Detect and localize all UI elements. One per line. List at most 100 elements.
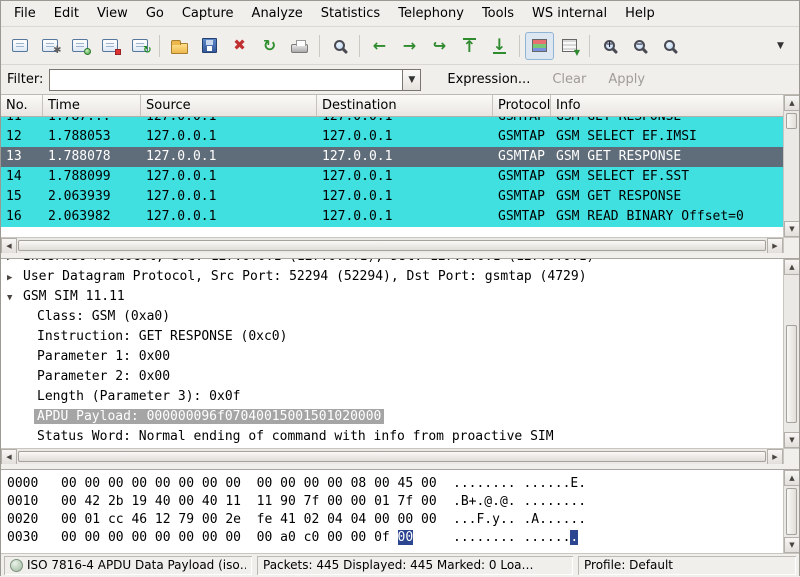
menu-telephony[interactable]: Telephony (389, 2, 473, 25)
list-interfaces-button[interactable] (5, 32, 34, 60)
scroll-thumb[interactable] (786, 325, 797, 422)
hex-row[interactable]: 0030 00 00 00 00 00 00 00 00 00 a0 c0 00… (7, 529, 783, 547)
scroll-track[interactable] (784, 111, 799, 221)
status-profile[interactable]: Profile: Default (578, 556, 796, 575)
forward-arrow-icon: → (403, 38, 416, 54)
expander-icon[interactable]: ▶ (7, 259, 23, 267)
packet-row-selected[interactable]: 13 1.788078 127.0.0.1 127.0.0.1 GSMTAP G… (1, 147, 783, 167)
hex-bytes[interactable]: 00 00 00 00 00 00 00 00 00 a0 c0 00 00 0… (61, 529, 453, 547)
clear-button[interactable]: Clear (544, 69, 594, 90)
open-file-button[interactable] (165, 32, 194, 60)
expression-button[interactable]: Expression... (439, 69, 538, 90)
scroll-up-button[interactable]: ▲ (784, 259, 799, 275)
menu-view[interactable]: View (88, 2, 137, 25)
scroll-up-button[interactable]: ▲ (784, 95, 799, 111)
hex-bytes[interactable]: 00 00 00 00 00 00 00 00 00 00 00 00 08 0… (61, 475, 453, 493)
hex-row[interactable]: 0010 00 42 2b 19 40 00 40 11 11 90 7f 00… (7, 493, 783, 511)
start-capture-button[interactable] (65, 32, 94, 60)
expander-icon[interactable]: ▼ (7, 288, 23, 308)
column-header-source[interactable]: Source (141, 95, 317, 117)
tree-item-udp[interactable]: ▶User Datagram Protocol, Src Port: 52294… (1, 267, 783, 287)
tree-item-parameter-1[interactable]: Parameter 1: 0x00 (1, 347, 783, 367)
restart-capture-button[interactable]: ↻ (125, 32, 154, 60)
scroll-track[interactable] (17, 238, 767, 253)
tree-item-apdu-payload-selected[interactable]: APDU Payload: 000000096f0704001500150102… (1, 407, 783, 427)
hex-row[interactable]: 0000 00 00 00 00 00 00 00 00 00 00 00 00… (7, 475, 783, 493)
menu-go[interactable]: Go (137, 2, 173, 25)
filter-combo-button[interactable]: ▼ (402, 69, 421, 91)
reload-button[interactable]: ↻ (255, 32, 284, 60)
scroll-thumb[interactable] (18, 451, 766, 462)
tree-item-length[interactable]: Length (Parameter 3): 0x0f (1, 387, 783, 407)
tree-item-gsm-sim[interactable]: ▼GSM SIM 11.11 (1, 287, 783, 307)
go-forward-button[interactable]: → (395, 32, 424, 60)
save-file-button[interactable] (195, 32, 224, 60)
scroll-down-button[interactable]: ▼ (784, 221, 799, 237)
expander-icon[interactable]: ▶ (7, 268, 23, 288)
column-header-protocol[interactable]: Protocol (493, 95, 551, 117)
menu-ws-internal[interactable]: WS internal (523, 2, 616, 25)
colorize-button[interactable] (525, 32, 554, 60)
auto-scroll-button[interactable]: ▼ (555, 32, 584, 60)
scroll-right-button[interactable]: ▶ (767, 238, 783, 253)
find-packet-button[interactable] (325, 32, 354, 60)
go-last-packet-button[interactable]: ↓ (485, 32, 514, 60)
column-header-no[interactable]: No. (1, 95, 43, 117)
menu-help[interactable]: Help (616, 2, 664, 25)
apply-button[interactable]: Apply (600, 69, 653, 90)
column-header-info[interactable]: Info (551, 95, 799, 117)
menu-statistics[interactable]: Statistics (312, 2, 389, 25)
packet-row[interactable]: 16 2.063982 127.0.0.1 127.0.0.1 GSMTAP G… (1, 207, 783, 227)
scroll-thumb[interactable] (786, 113, 797, 129)
column-header-time[interactable]: Time (43, 95, 141, 117)
hex-bytes[interactable]: 00 01 cc 46 12 79 00 2e fe 41 02 04 04 0… (61, 511, 453, 529)
print-button[interactable] (285, 32, 314, 60)
tree-item-instruction[interactable]: Instruction: GET RESPONSE (0xc0) (1, 327, 783, 347)
capture-options-button[interactable]: ✱ (35, 32, 64, 60)
hex-bytes[interactable]: 00 42 2b 19 40 00 40 11 11 90 7f 00 00 0… (61, 493, 453, 511)
column-header-destination[interactable]: Destination (317, 95, 493, 117)
go-first-packet-button[interactable]: ↑ (455, 32, 484, 60)
hex-byte-selected[interactable]: 00 (398, 530, 414, 545)
hex-ascii[interactable]: ...F.y.. .A...... (453, 511, 586, 529)
hex-ascii[interactable]: .B+.@.@. ........ (453, 493, 586, 511)
menu-edit[interactable]: Edit (45, 2, 88, 25)
scroll-down-button[interactable]: ▼ (784, 537, 799, 553)
tree-item-ip[interactable]: ▶Internet Protocol, Src: 127.0.0.1 (127.… (1, 259, 783, 267)
packet-row[interactable]: 11 1.787... 127.0.0.1 127.0.0.1 GSMTAP G… (1, 117, 783, 127)
tree-item-parameter-2[interactable]: Parameter 2: 0x00 (1, 367, 783, 387)
stop-capture-button[interactable] (95, 32, 124, 60)
tree-item-status-word[interactable]: Status Word: Normal ending of command wi… (1, 427, 783, 447)
close-file-button[interactable]: ✖ (225, 32, 254, 60)
scroll-left-button[interactable]: ◀ (1, 238, 17, 253)
zoom-out-button[interactable]: − (625, 32, 654, 60)
hex-ascii-selected[interactable]: . (570, 530, 578, 545)
menu-tools[interactable]: Tools (473, 2, 523, 25)
scroll-track[interactable] (784, 486, 799, 537)
menu-capture[interactable]: Capture (173, 2, 243, 25)
packet-row[interactable]: 14 1.788099 127.0.0.1 127.0.0.1 GSMTAP G… (1, 167, 783, 187)
scroll-left-button[interactable]: ◀ (1, 449, 17, 464)
hex-row[interactable]: 0020 00 01 cc 46 12 79 00 2e fe 41 02 04… (7, 511, 783, 529)
menu-file[interactable]: File (5, 2, 45, 25)
menu-analyze[interactable]: Analyze (243, 2, 312, 25)
packet-row[interactable]: 15 2.063939 127.0.0.1 127.0.0.1 GSMTAP G… (1, 187, 783, 207)
hex-ascii[interactable]: ........ ....... (453, 529, 578, 547)
scroll-thumb[interactable] (18, 240, 766, 251)
scroll-right-button[interactable]: ▶ (767, 449, 783, 464)
packet-row[interactable]: 12 1.788053 127.0.0.1 127.0.0.1 GSMTAP G… (1, 127, 783, 147)
scroll-thumb[interactable] (786, 488, 797, 535)
zoom-in-button[interactable]: + (595, 32, 624, 60)
scroll-track[interactable] (784, 275, 799, 432)
scroll-up-button[interactable]: ▲ (784, 470, 799, 486)
hex-ascii[interactable]: ........ ......E. (453, 475, 586, 493)
filter-input[interactable] (49, 69, 402, 91)
tree-item-class[interactable]: Class: GSM (0xa0) (1, 307, 783, 327)
go-to-packet-button[interactable]: ↪ (425, 32, 454, 60)
scroll-track[interactable] (17, 449, 767, 464)
zoom-100-button[interactable] (655, 32, 684, 60)
expert-info-icon[interactable] (10, 559, 23, 572)
go-back-button[interactable]: ← (365, 32, 394, 60)
scroll-down-button[interactable]: ▼ (784, 432, 799, 448)
toolbar-overflow-button[interactable]: ▼ (766, 32, 795, 60)
